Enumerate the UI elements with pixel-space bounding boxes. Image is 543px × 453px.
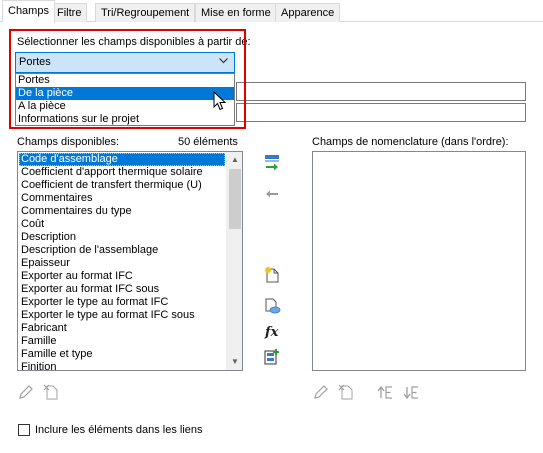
dropdown-option-a-la-piece[interactable]: A la pièce: [16, 100, 234, 113]
dropdown-option-de-la-piece[interactable]: De la pièce: [16, 87, 234, 100]
formula-icon[interactable]: fx: [264, 322, 282, 340]
available-field-item[interactable]: Epaisseur: [19, 257, 225, 270]
available-field-item[interactable]: Description de l'assemblage: [19, 244, 225, 257]
remove-parameter-icon[interactable]: [263, 185, 281, 203]
available-field-item[interactable]: Exporter le type au format IFC sous: [19, 309, 225, 322]
new-parameter-icon[interactable]: [263, 266, 281, 284]
add-parameter-icon[interactable]: [263, 153, 281, 171]
source-label: Sélectionner les champs disponibles à pa…: [17, 36, 251, 48]
source-combobox[interactable]: Portes: [15, 52, 235, 73]
delete-schedule-field-icon[interactable]: [337, 383, 355, 401]
tab-filtre[interactable]: Filtre: [51, 3, 88, 22]
scroll-up-icon[interactable]: ▲: [227, 152, 242, 168]
available-field-item[interactable]: Description: [19, 231, 225, 244]
combine-parameters-icon[interactable]: [263, 348, 281, 366]
available-field-item[interactable]: Exporter au format IFC: [19, 270, 225, 283]
dropdown-option-portes[interactable]: Portes: [16, 74, 234, 87]
delete-parameter-icon[interactable]: [42, 383, 60, 401]
available-fields-items: Code d'assemblage Coefficient d'apport th…: [19, 153, 225, 370]
dropdown-option-informations-projet[interactable]: Informations sur le projet: [16, 113, 234, 126]
available-field-item[interactable]: Coefficient d'apport thermique solaire: [19, 166, 225, 179]
chevron-down-icon[interactable]: [219, 56, 228, 67]
source-selected-value: Portes: [19, 56, 51, 68]
scroll-down-icon[interactable]: ▼: [227, 354, 242, 370]
tab-mise-en-forme[interactable]: Mise en forme: [195, 3, 277, 22]
source-dropdown-list: Portes De la pièce A la pièce Informatio…: [15, 73, 235, 126]
available-field-item[interactable]: Commentaires: [19, 192, 225, 205]
tab-tri-regroupement[interactable]: Tri/Regroupement: [95, 3, 196, 22]
available-field-item[interactable]: Code d'assemblage: [19, 153, 225, 166]
schedule-fields-label: Champs de nomenclature (dans l'ordre):: [312, 136, 509, 148]
shared-parameter-icon[interactable]: [263, 297, 281, 315]
scroll-thumb[interactable]: [229, 169, 241, 229]
available-field-item[interactable]: Exporter le type au format IFC: [19, 296, 225, 309]
mouse-cursor-icon: [213, 90, 227, 114]
tab-champs[interactable]: Champs: [2, 0, 55, 23]
available-field-item[interactable]: Fabricant: [19, 322, 225, 335]
available-fields-label: Champs disponibles:: [17, 136, 120, 148]
hidden-field-1[interactable]: [236, 82, 526, 101]
available-fields-count: 50 éléments: [178, 136, 238, 148]
edit-parameter-icon[interactable]: [17, 383, 35, 401]
move-down-icon[interactable]: [402, 383, 420, 401]
hidden-field-2[interactable]: [236, 103, 526, 122]
edit-schedule-field-icon[interactable]: [312, 383, 330, 401]
available-field-item[interactable]: Commentaires du type: [19, 205, 225, 218]
available-field-item[interactable]: Coefficient de transfert thermique (U): [19, 179, 225, 192]
include-links-checkbox[interactable]: [18, 424, 30, 436]
tab-strip: Champs Filtre Tri/Regroupement Mise en f…: [0, 0, 543, 23]
available-fields-list[interactable]: Code d'assemblage Coefficient d'apport th…: [17, 151, 243, 371]
available-field-item[interactable]: Famille: [19, 335, 225, 348]
svg-text:fx: fx: [264, 325, 279, 340]
available-field-item[interactable]: Exporter au format IFC sous: [19, 283, 225, 296]
available-field-item[interactable]: Finition: [19, 361, 225, 370]
schedule-fields-list[interactable]: [312, 151, 526, 371]
available-field-item[interactable]: Coût: [19, 218, 225, 231]
available-field-item[interactable]: Famille et type: [19, 348, 225, 361]
tab-apparence[interactable]: Apparence: [275, 3, 341, 22]
include-links-label: Inclure les éléments dans les liens: [35, 424, 203, 436]
move-up-icon[interactable]: [376, 383, 394, 401]
vertical-scrollbar[interactable]: ▲ ▼: [226, 152, 242, 370]
